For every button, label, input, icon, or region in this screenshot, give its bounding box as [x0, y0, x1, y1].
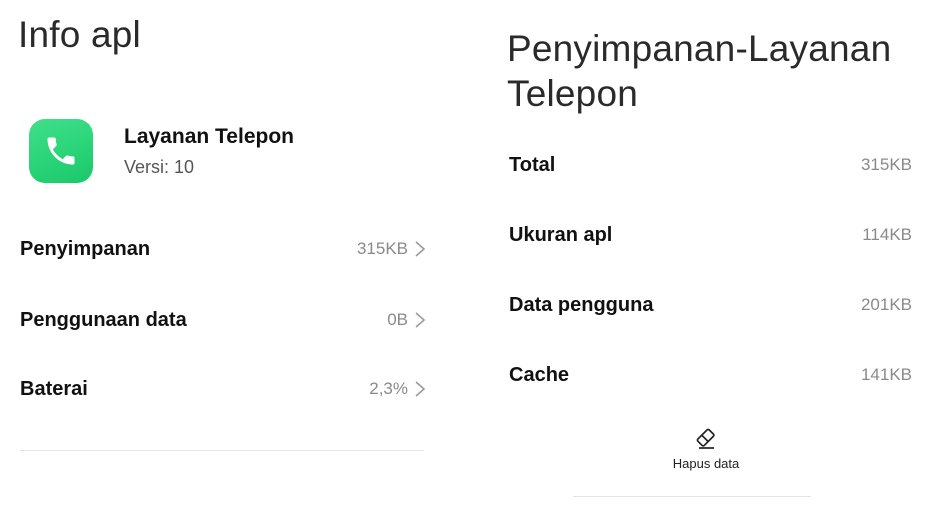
- total-value: 315KB: [860, 155, 912, 174]
- phone-icon: [29, 119, 93, 183]
- cache-value: 141KB: [860, 365, 912, 384]
- battery-label: Baterai: [20, 377, 88, 400]
- chevron-right-icon: [415, 381, 426, 397]
- battery-value: 2,3%: [369, 379, 408, 398]
- clear-data-button[interactable]: Hapus data: [645, 425, 767, 479]
- app-info-panel: Info apl Layanan Telepon Versi: 10 Penyi…: [0, 0, 450, 507]
- page-title: Info apl: [18, 14, 141, 55]
- user-data-value: 201KB: [860, 295, 912, 314]
- total-label: Total: [509, 153, 556, 176]
- storage-label: Penyimpanan: [20, 237, 151, 260]
- cache-label: Cache: [509, 363, 570, 386]
- app-name: Layanan Telepon: [124, 125, 294, 148]
- storage-page-title: Penyimpanan-Layanan Telepon: [507, 28, 892, 114]
- total-row: Total 315KB: [509, 147, 912, 183]
- data-usage-row[interactable]: Penggunaan data 0B: [20, 300, 426, 340]
- storage-detail-panel: Penyimpanan-Layanan Telepon Total 315KB …: [480, 0, 942, 507]
- user-data-label: Data pengguna: [509, 293, 654, 316]
- app-size-value: 114KB: [862, 225, 912, 244]
- screen: Info apl Layanan Telepon Versi: 10 Penyi…: [0, 0, 942, 507]
- divider: [20, 450, 424, 451]
- cache-row: Cache 141KB: [509, 357, 912, 393]
- app-size-row: Ukuran apl 114KB: [509, 217, 912, 253]
- divider: [573, 496, 811, 497]
- app-size-label: Ukuran apl: [509, 223, 613, 246]
- chevron-right-icon: [415, 312, 426, 328]
- eraser-icon: [696, 428, 715, 449]
- storage-row[interactable]: Penyimpanan 315KB: [20, 229, 426, 269]
- app-version: Versi: 10: [124, 157, 195, 177]
- user-data-row: Data pengguna 201KB: [509, 287, 912, 323]
- storage-value: 315KB: [356, 239, 408, 258]
- clear-data-label: Hapus data: [672, 456, 740, 471]
- chevron-right-icon: [415, 241, 426, 257]
- data-usage-label: Penggunaan data: [20, 308, 187, 331]
- battery-row[interactable]: Baterai 2,3%: [20, 369, 426, 409]
- data-usage-value: 0B: [387, 310, 408, 329]
